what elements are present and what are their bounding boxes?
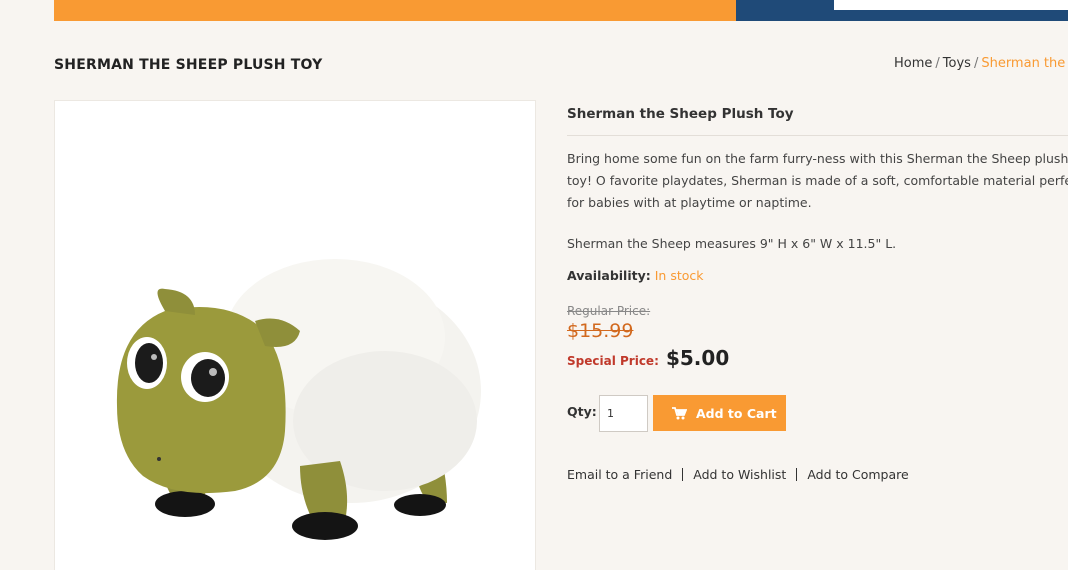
qty-label: Qty: <box>567 404 597 419</box>
add-to-cart-button[interactable]: Add to Cart <box>653 395 786 431</box>
product-measures: Sherman the Sheep measures 9" H x 6" W x… <box>567 236 897 251</box>
regular-price: $15.99 <box>567 320 634 342</box>
availability: Availability: In stock <box>567 268 704 283</box>
regular-price-label: Regular Price: <box>567 304 651 318</box>
add-to-cart-label: Add to Cart <box>696 405 777 421</box>
special-price: Special Price: $5.00 <box>567 346 729 370</box>
divider <box>567 135 1068 136</box>
special-price-label: Special Price: <box>567 354 659 368</box>
add-to-wishlist-link[interactable]: Add to Wishlist <box>693 467 786 482</box>
product-image[interactable] <box>54 100 536 570</box>
breadcrumb-home[interactable]: Home <box>894 56 932 71</box>
availability-label: Availability: <box>567 268 651 283</box>
sheep-plush-image <box>116 259 481 540</box>
product-name: Sherman the Sheep Plush Toy <box>567 106 794 122</box>
link-separator <box>682 468 684 481</box>
link-separator <box>796 468 798 481</box>
special-price-value: $5.00 <box>665 346 730 370</box>
qty-input[interactable] <box>599 395 648 432</box>
breadcrumb-separator: / <box>935 56 940 71</box>
page-title: SHERMAN THE SHEEP PLUSH TOY <box>54 57 323 73</box>
breadcrumb-separator: / <box>973 56 979 71</box>
email-friend-link[interactable]: Email to a Friend <box>567 467 672 482</box>
search-input[interactable] <box>834 0 1068 10</box>
cart-icon <box>672 406 687 420</box>
availability-value: In stock <box>654 268 704 283</box>
breadcrumb-current: Sherman the Sh <box>981 56 1068 71</box>
product-description: Bring home some fun on the farm furry-ne… <box>567 151 1068 210</box>
breadcrumb: Home/Toys/Sherman the Sh <box>894 56 1068 71</box>
top-nav-bar <box>54 0 736 21</box>
add-to-compare-link[interactable]: Add to Compare <box>807 467 908 482</box>
product-actions: Email to a Friend Add to Wishlist Add to… <box>567 467 909 482</box>
breadcrumb-toys[interactable]: Toys <box>943 56 971 71</box>
